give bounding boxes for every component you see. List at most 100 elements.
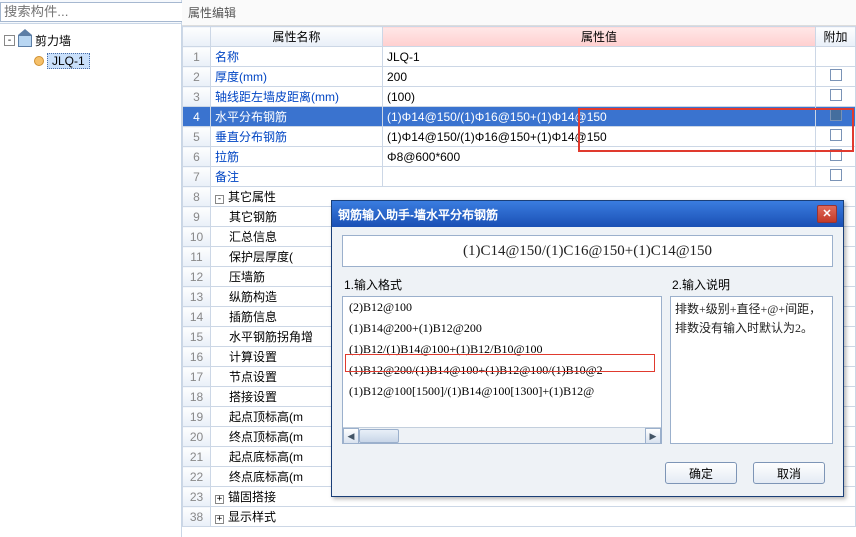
row-num: 10: [183, 227, 211, 247]
row-num: 16: [183, 347, 211, 367]
collapse-icon[interactable]: -: [215, 195, 224, 204]
tree-root-label: 剪力墙: [35, 32, 71, 49]
value-cell[interactable]: 200: [383, 67, 816, 87]
extra-cell[interactable]: [816, 47, 856, 67]
value-cell[interactable]: (1)Φ14@150/(1)Φ16@150+(1)Φ14@150: [383, 107, 816, 127]
value-cell[interactable]: (1)Φ14@150/(1)Φ16@150+(1)Φ14@150: [383, 127, 816, 147]
prop-name: 备注: [215, 170, 239, 184]
extra-cell[interactable]: [816, 67, 856, 87]
extra-cell[interactable]: [816, 87, 856, 107]
scroll-thumb[interactable]: [359, 429, 399, 443]
checkbox[interactable]: [830, 89, 842, 101]
row-num: 22: [183, 467, 211, 487]
table-row[interactable]: 7 备注: [183, 167, 856, 187]
panel-title: 属性编辑: [182, 0, 856, 26]
prop-name: 垂直分布钢筋: [215, 130, 287, 144]
prop-name: 显示样式: [228, 510, 276, 524]
horizontal-scrollbar[interactable]: ◀ ▶: [343, 427, 661, 443]
name-cell[interactable]: 轴线距左墙皮距离(mm): [211, 87, 383, 107]
table-row[interactable]: 38+显示样式: [183, 507, 856, 527]
prop-name: 其它钢筋: [229, 210, 277, 224]
row-num: 12: [183, 267, 211, 287]
value-cell[interactable]: JLQ-1: [383, 47, 816, 67]
extra-cell[interactable]: [816, 127, 856, 147]
list-item[interactable]: (1)B14@200+(1)B12@200: [343, 318, 661, 339]
list-item[interactable]: (1)B12/(1)B14@100+(1)B12/B10@100: [343, 339, 661, 360]
prop-name: 拉筋: [215, 150, 239, 164]
scroll-left-button[interactable]: ◀: [343, 428, 359, 444]
dialog-close-button[interactable]: ✕: [817, 205, 837, 223]
component-icon: [34, 56, 44, 66]
row-num: 4: [183, 107, 211, 127]
row-num: 6: [183, 147, 211, 167]
name-cell[interactable]: 名称: [211, 47, 383, 67]
row-num: 2: [183, 67, 211, 87]
table-row[interactable]: 4水平分布钢筋(1)Φ14@150/(1)Φ16@150+(1)Φ14@150: [183, 107, 856, 127]
tree-root[interactable]: - 剪力墙: [4, 30, 177, 51]
ok-button[interactable]: 确定: [665, 462, 737, 484]
table-row[interactable]: 5 垂直分布钢筋 (1)Φ14@150/(1)Φ16@150+(1)Φ14@150: [183, 127, 856, 147]
name-cell[interactable]: 拉筋: [211, 147, 383, 167]
row-num: 5: [183, 127, 211, 147]
row-num: 20: [183, 427, 211, 447]
row-num: 1: [183, 47, 211, 67]
rebar-helper-dialog: 钢筋输入助手-墙水平分布钢筋 ✕ (1)C14@150/(1)C16@150+(…: [331, 200, 844, 497]
row-num: 7: [183, 167, 211, 187]
extra-cell[interactable]: [816, 107, 856, 127]
list-item[interactable]: (1)B12@200/(1)B14@100+(1)B12@100/(1)B10@…: [343, 360, 661, 381]
row-num: 17: [183, 367, 211, 387]
col-extra: 附加: [816, 27, 856, 47]
tree-item-jlq1[interactable]: JLQ-1: [4, 51, 177, 71]
input-desc-label: 2.输入说明: [670, 273, 833, 296]
expand-icon[interactable]: +: [215, 495, 224, 504]
list-item[interactable]: (2)B12@100: [343, 297, 661, 318]
value-cell[interactable]: (100): [383, 87, 816, 107]
table-row[interactable]: 2 厚度(mm) 200: [183, 67, 856, 87]
extra-cell[interactable]: [816, 147, 856, 167]
table-row[interactable]: 6 拉筋 Φ8@600*600: [183, 147, 856, 167]
checkbox[interactable]: [830, 149, 842, 161]
row-num: 18: [183, 387, 211, 407]
value-cell[interactable]: Φ8@600*600: [383, 147, 816, 167]
value-cell[interactable]: [383, 167, 816, 187]
name-cell[interactable]: 备注: [211, 167, 383, 187]
row-num: 23: [183, 487, 211, 507]
prop-name: 汇总信息: [229, 230, 277, 244]
list-item[interactable]: (1)B12@100[1500]/(1)B14@100[1300]+(1)B12…: [343, 381, 661, 402]
prop-name: 插筋信息: [229, 310, 277, 324]
prop-name: 其它属性: [228, 190, 276, 204]
row-num: 8: [183, 187, 211, 207]
checkbox[interactable]: [830, 69, 842, 81]
extra-cell[interactable]: [816, 167, 856, 187]
prop-name: 水平钢筋拐角增: [229, 330, 313, 344]
prop-name: 厚度(mm): [215, 70, 267, 84]
prop-name: 搭接设置: [229, 390, 277, 404]
row-num: 14: [183, 307, 211, 327]
dialog-titlebar[interactable]: 钢筋输入助手-墙水平分布钢筋 ✕: [332, 201, 843, 227]
close-icon: ✕: [822, 209, 831, 220]
search-input[interactable]: [0, 2, 185, 22]
row-num: 13: [183, 287, 211, 307]
row-num: 21: [183, 447, 211, 467]
collapse-icon[interactable]: -: [4, 35, 15, 46]
table-row[interactable]: 1名称JLQ-1: [183, 47, 856, 67]
prop-name: 终点顶标高(m: [229, 430, 303, 444]
name-cell[interactable]: 垂直分布钢筋: [211, 127, 383, 147]
table-row[interactable]: 3轴线距左墙皮距离(mm)(100): [183, 87, 856, 107]
checkbox[interactable]: [830, 169, 842, 181]
expand-icon[interactable]: +: [215, 515, 224, 524]
name-cell[interactable]: 水平分布钢筋: [211, 107, 383, 127]
prop-name: 起点底标高(m: [229, 450, 303, 464]
cancel-button[interactable]: 取消: [753, 462, 825, 484]
col-num: [183, 27, 211, 47]
prop-name: 计算设置: [229, 350, 277, 364]
name-cell[interactable]: + 显示样式: [211, 507, 856, 527]
name-cell[interactable]: 厚度(mm): [211, 67, 383, 87]
row-num: 19: [183, 407, 211, 427]
scroll-right-button[interactable]: ▶: [645, 428, 661, 444]
format-list: (2)B12@100(1)B14@200+(1)B12@200(1)B12/(1…: [342, 296, 662, 444]
checkbox[interactable]: [830, 109, 842, 121]
checkbox[interactable]: [830, 129, 842, 141]
col-value: 属性值: [383, 27, 816, 47]
grid-header: 属性名称 属性值 附加: [183, 27, 856, 47]
